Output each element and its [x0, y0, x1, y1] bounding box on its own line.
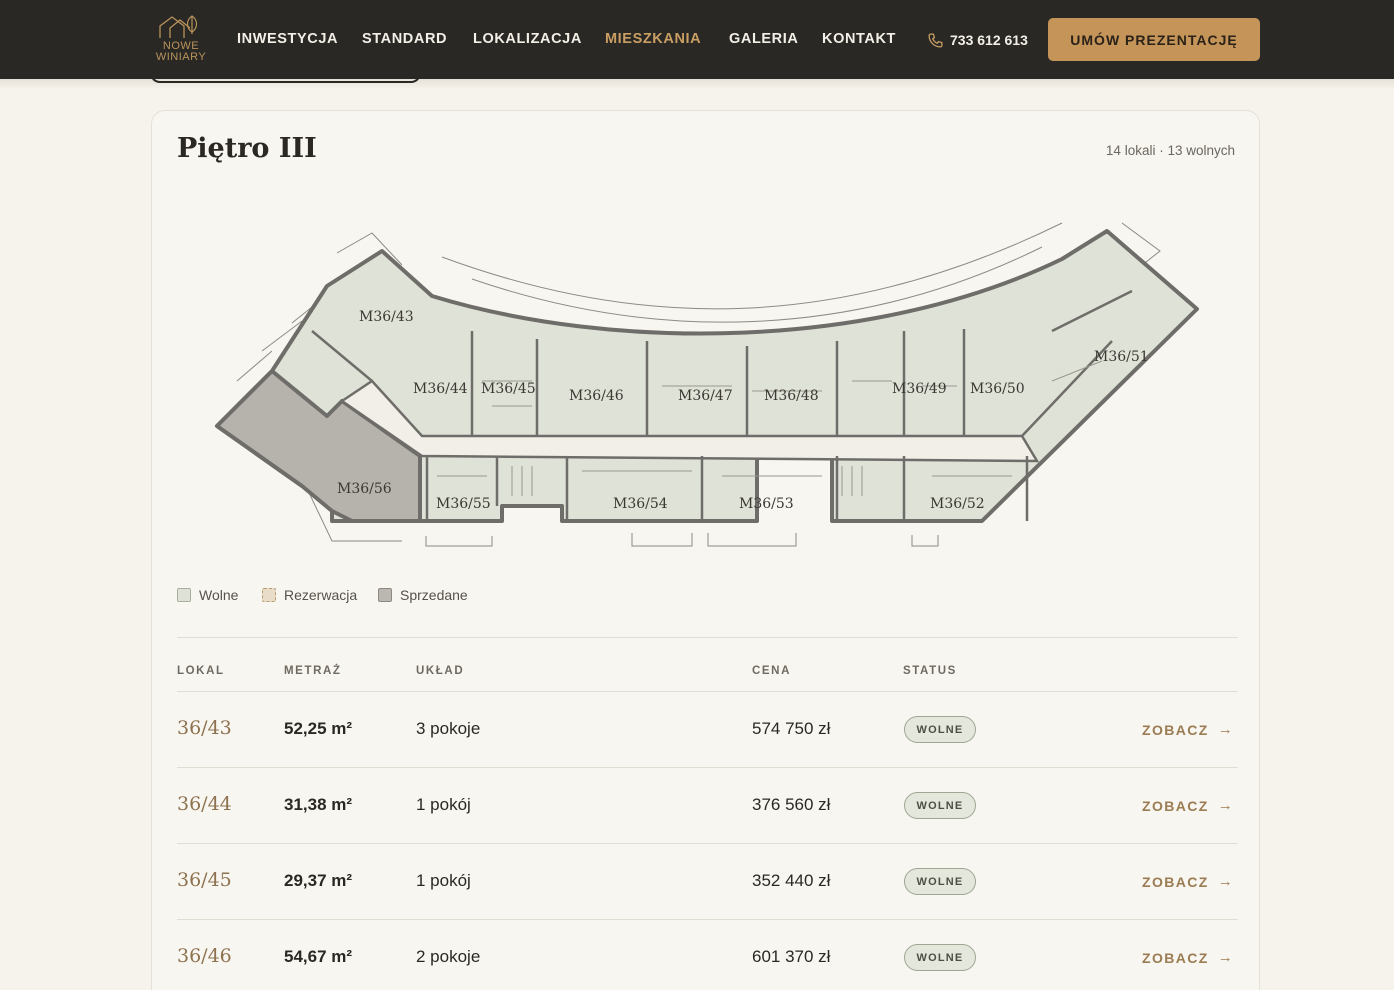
plan-label-m36-50[interactable]: M36/50 [970, 381, 1025, 397]
floor-unit-count: 14 lokali · 13 wolnych [1105, 143, 1235, 158]
unit-price: 601 370 zł [752, 947, 831, 966]
logo-text-bottom: WINIARY [155, 51, 207, 63]
top-navigation-bar: NOWE WINIARY INWESTYCJA STANDARD LOKALIZ… [0, 0, 1394, 79]
unit-area: 52,25 m² [284, 719, 353, 738]
legend-free-swatch [177, 588, 191, 602]
house-leaf-icon [159, 15, 198, 38]
unit-area: 54,67 m² [284, 947, 353, 966]
unit-layout: 3 pokoje [416, 719, 481, 738]
book-presentation-button[interactable]: UMÓW PREZENTACJĘ [1048, 18, 1260, 61]
legend-sold: Sprzedane [378, 587, 468, 603]
arrow-right-icon: → [1217, 721, 1235, 738]
unit-number: 36/45 [177, 869, 232, 891]
view-unit-label: ZOBACZ [1142, 797, 1209, 814]
floor-plan: M36/43 M36/44 M36/45 M36/46 M36/47 M36/4… [215, 222, 1199, 547]
plan-label-m36-51[interactable]: M36/51 [1094, 349, 1149, 365]
unit-layout: 2 pokoje [416, 947, 481, 966]
legend-reserved: Rezerwacja [262, 587, 357, 603]
table-row[interactable]: 36/46 54,67 m² 2 pokoje 601 370 zł WOLNE… [177, 920, 1238, 990]
table-row[interactable]: 36/43 52,25 m² 3 pokoje 574 750 zł WOLNE… [177, 692, 1238, 768]
phone-link[interactable]: 733 612 613 [927, 30, 1028, 50]
unit-price: 352 440 zł [752, 871, 831, 890]
phone-number: 733 612 613 [950, 32, 1028, 48]
legend-sold-swatch [378, 588, 392, 602]
legend-free-label: Wolne [199, 587, 239, 603]
plan-label-m36-44[interactable]: M36/44 [413, 381, 468, 397]
col-header-uklad: UKŁAD [416, 665, 465, 677]
view-unit-label: ZOBACZ [1142, 949, 1209, 966]
status-badge: WOLNE [904, 868, 976, 895]
view-unit-link[interactable]: ZOBACZ → [1142, 797, 1234, 814]
col-header-metraz: METRAŻ [284, 665, 342, 677]
unit-price: 574 750 zł [752, 719, 831, 738]
plan-label-m36-49[interactable]: M36/49 [892, 381, 947, 397]
arrow-right-icon: → [1217, 797, 1235, 814]
view-unit-link[interactable]: ZOBACZ → [1142, 873, 1234, 890]
view-unit-label: ZOBACZ [1142, 873, 1209, 890]
plan-label-m36-48[interactable]: M36/48 [764, 388, 819, 404]
plan-label-m36-53[interactable]: M36/53 [739, 496, 794, 512]
legend-free: Wolne [177, 587, 238, 603]
unit-number: 36/46 [177, 945, 232, 967]
site-logo[interactable]: NOWE WINIARY [150, 14, 212, 66]
unit-number: 36/44 [177, 793, 232, 815]
floor-card: Piętro III 14 lokali · 13 wolnych M36/43… [151, 110, 1260, 990]
view-unit-link[interactable]: ZOBACZ → [1142, 949, 1234, 966]
nav-inwestycja[interactable]: INWESTYCJA [237, 31, 338, 47]
legend-sold-label: Sprzedane [400, 587, 468, 603]
col-header-lokal: LOKAL [177, 665, 225, 677]
unit-layout: 1 pokój [416, 871, 471, 890]
nav-galeria[interactable]: GALERIA [729, 31, 798, 47]
plan-label-m36-45[interactable]: M36/45 [481, 381, 536, 397]
nav-standard[interactable]: STANDARD [362, 31, 447, 47]
col-header-cena: CENA [752, 665, 791, 677]
plan-label-m36-43[interactable]: M36/43 [359, 309, 414, 325]
table-row[interactable]: 36/44 31,38 m² 1 pokój 376 560 zł WOLNE … [177, 768, 1238, 844]
phone-icon [928, 32, 943, 48]
nav-mieszkania[interactable]: MIESZKANIA [605, 31, 701, 47]
status-badge: WOLNE [904, 716, 976, 743]
plan-label-m36-52[interactable]: M36/52 [930, 496, 985, 512]
unit-layout: 1 pokój [416, 795, 471, 814]
table-row[interactable]: 36/45 29,37 m² 1 pokój 352 440 zł WOLNE … [177, 844, 1238, 920]
unit-number: 36/43 [177, 717, 232, 739]
legend-reserved-swatch [262, 588, 276, 602]
plan-label-m36-56[interactable]: M36/56 [337, 481, 392, 497]
plan-label-m36-55[interactable]: M36/55 [436, 496, 491, 512]
arrow-right-icon: → [1217, 949, 1235, 966]
nav-lokalizacja[interactable]: LOKALIZACJA [473, 31, 582, 47]
col-header-status: STATUS [903, 665, 957, 677]
status-badge: WOLNE [904, 792, 976, 819]
table-top-divider [177, 637, 1238, 638]
plan-label-m36-47[interactable]: M36/47 [678, 388, 733, 404]
plan-label-m36-54[interactable]: M36/54 [613, 496, 668, 512]
view-unit-label: ZOBACZ [1142, 721, 1209, 738]
view-unit-link[interactable]: ZOBACZ → [1142, 721, 1234, 738]
status-badge: WOLNE [904, 944, 976, 971]
floor-title: Piętro III [177, 133, 317, 164]
unit-price: 376 560 zł [752, 795, 831, 814]
plan-label-m36-46[interactable]: M36/46 [569, 388, 624, 404]
nav-kontakt[interactable]: KONTAKT [822, 31, 896, 47]
arrow-right-icon: → [1217, 873, 1235, 890]
unit-area: 31,38 m² [284, 795, 353, 814]
legend-reserved-label: Rezerwacja [284, 587, 358, 603]
unit-area: 29,37 m² [284, 871, 353, 890]
